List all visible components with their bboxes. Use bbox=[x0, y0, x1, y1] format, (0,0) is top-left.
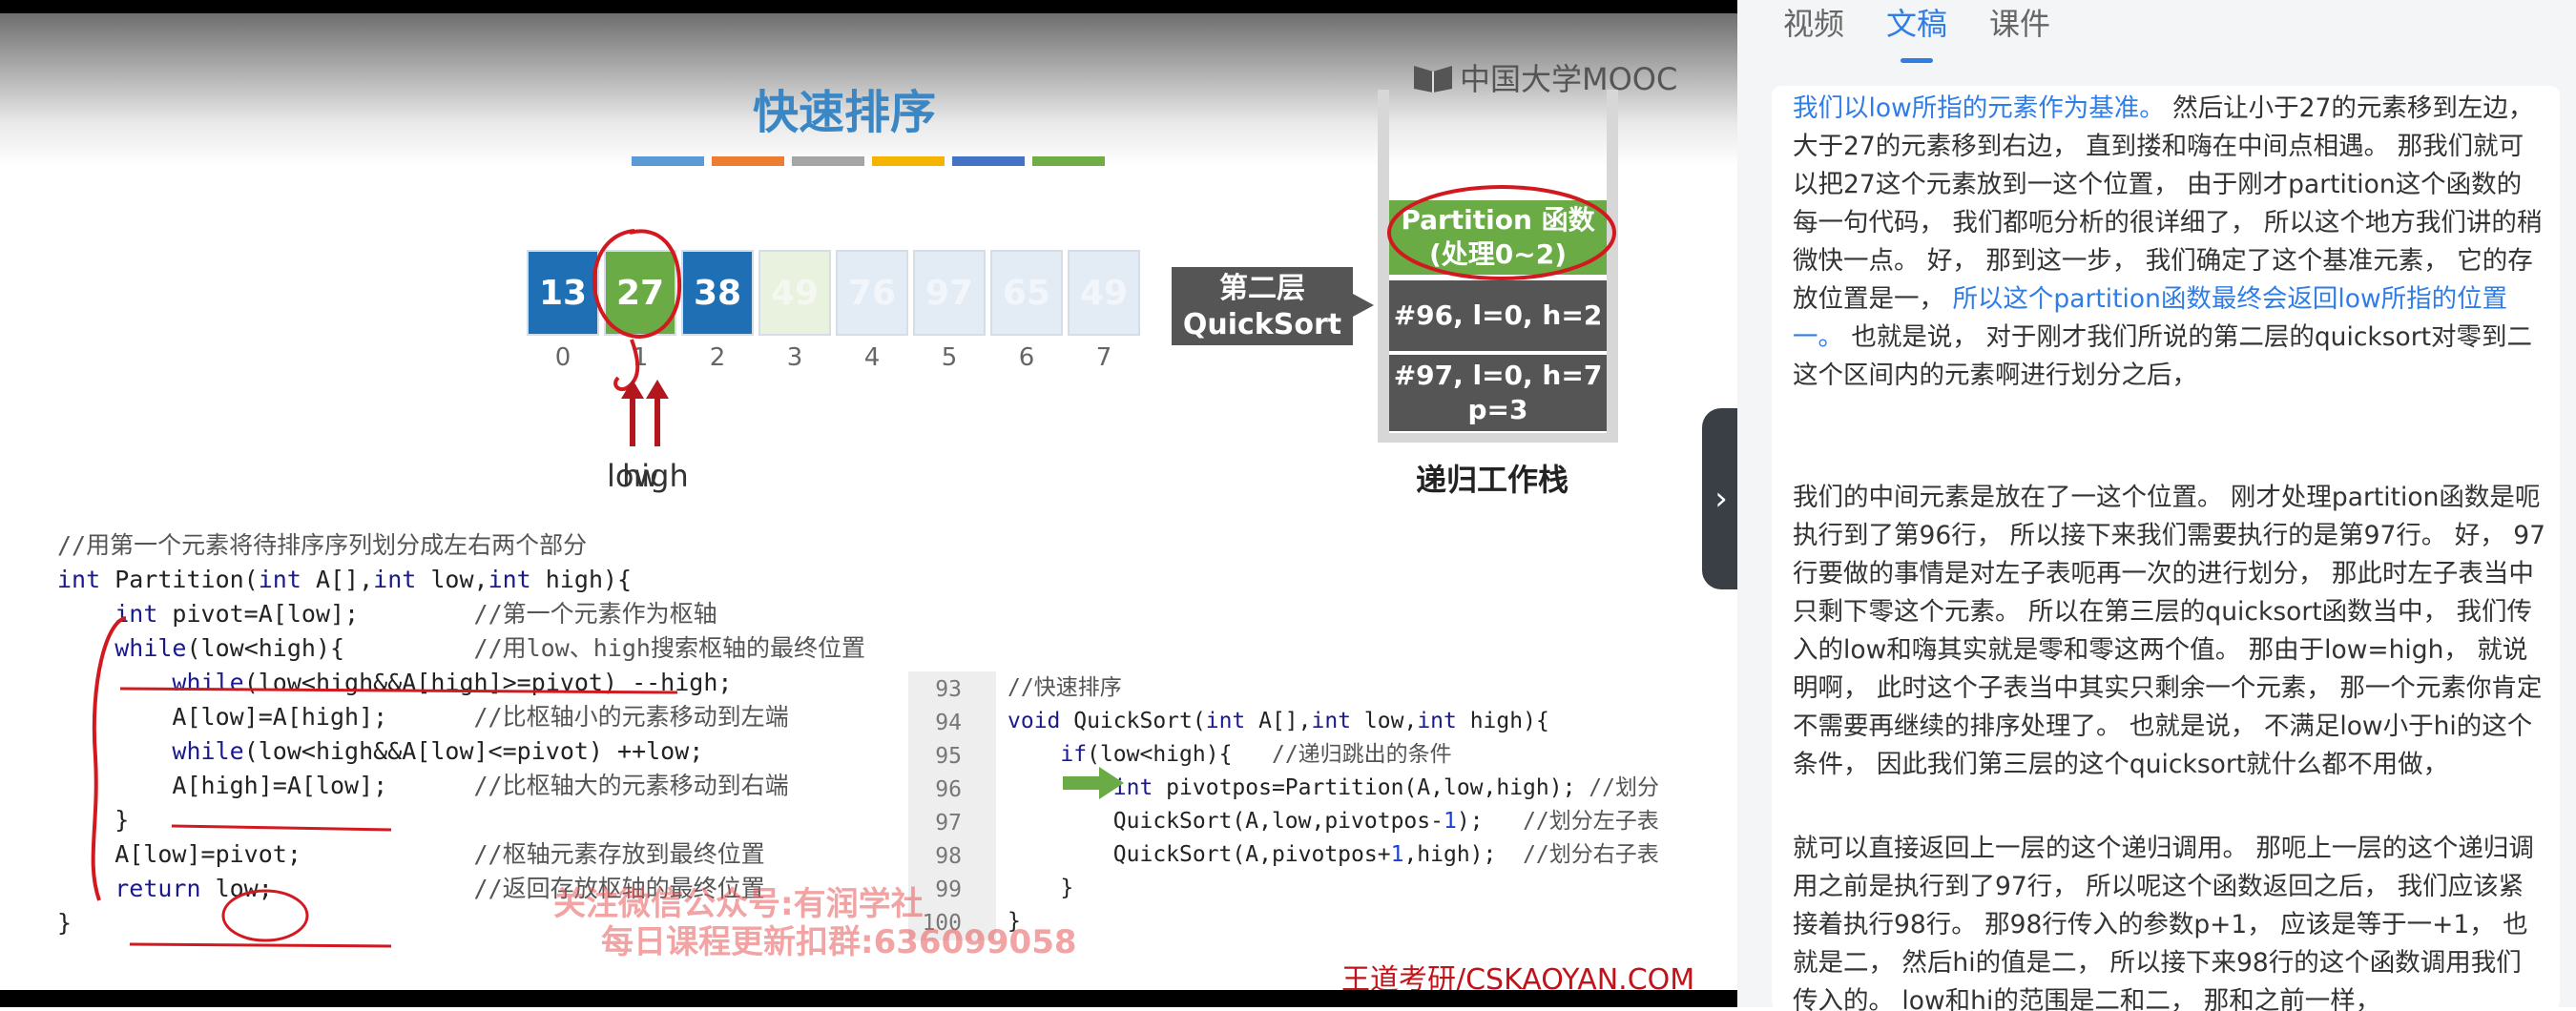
lecture-slide: 快速排序 中国大学MOOC 13 27 38 49 76 97 65 49 0 1 2 3 4 5 6 7 l… bbox=[0, 13, 1737, 990]
transcript-card[interactable]: 我们以low所指的元素作为基准。 然后让小于27的元素移到左边， 大于27的元素… bbox=[1772, 86, 2560, 1011]
layer-label-line2: QuickSort bbox=[1182, 308, 1342, 341]
layer-label: 第二层 QuickSort bbox=[1172, 267, 1374, 345]
current-line-arrow-head-icon bbox=[1099, 767, 1124, 799]
mooc-brand-text: 中国大学MOOC bbox=[1460, 61, 1678, 97]
tab-courseware[interactable]: 课件 bbox=[1989, 0, 2050, 44]
stack-frame: #97, l=0, h=7 p=3 bbox=[1389, 355, 1607, 431]
transcript-text[interactable]: 就可以直接返回上一层的这个递归调用。 那呃上一层的这个递归调用之前是执行到了97… bbox=[1793, 834, 2534, 1011]
array-index: 5 bbox=[941, 343, 958, 372]
line-number: 94 bbox=[935, 711, 962, 735]
array-index: 3 bbox=[786, 343, 803, 372]
array-cell: 76 bbox=[836, 250, 908, 336]
line-number: 98 bbox=[935, 844, 962, 869]
chevron-right-icon: › bbox=[1714, 480, 1728, 518]
stack-frame-line2: p=3 bbox=[1467, 394, 1528, 425]
tab-transcript[interactable]: 文稿 bbox=[1886, 0, 1947, 44]
mooc-book-icon bbox=[1414, 66, 1452, 93]
collapse-panel-button[interactable]: › bbox=[1702, 408, 1740, 589]
line-number: 95 bbox=[935, 744, 962, 769]
transcript-text[interactable]: 也就是说， 对于刚才我们所说的第二层的quicksort对零到二这个区间内的元素… bbox=[1793, 322, 2532, 390]
array-index: 4 bbox=[863, 343, 881, 372]
quicksort-code-line: } bbox=[1008, 876, 1074, 900]
mooc-logo: 中国大学MOOC bbox=[1412, 55, 1677, 99]
color-stripe bbox=[792, 156, 864, 166]
quicksort-code-line: void QuickSort(int A[],int low,int high)… bbox=[1008, 709, 1549, 733]
stack-wall-bottom bbox=[1378, 433, 1618, 443]
panel-tabs: 视频 文稿 课件 bbox=[1783, 0, 2050, 44]
transcript-text[interactable]: 然后让小于27的元素移到左边， 大于27的元素移到右边， 直到搂和嗨在中间点相遇… bbox=[1793, 93, 2542, 314]
array-cell: 49 bbox=[1068, 250, 1140, 336]
stack-frame-line1: #96, l=0, h=2 bbox=[1393, 299, 1603, 331]
color-stripe bbox=[712, 156, 784, 166]
array-index: 7 bbox=[1095, 343, 1112, 372]
video-player[interactable]: 快速排序 中国大学MOOC 13 27 38 49 76 97 65 49 0 1 2 3 4 5 6 7 l… bbox=[0, 0, 1737, 1007]
slide-title: 快速排序 bbox=[752, 86, 936, 139]
partition-code-line: //用第一个元素将待排序序列划分成左右两个部分 bbox=[57, 531, 588, 559]
tab-video[interactable]: 视频 bbox=[1783, 0, 1844, 44]
transcript-panel: 视频 文稿 课件 我们以low所指的元素作为基准。 然后让小于27的元素移到左边， … bbox=[1737, 0, 2576, 1011]
color-stripe bbox=[872, 156, 945, 166]
layer-label-line1: 第二层 bbox=[1219, 272, 1305, 305]
low-arrow-icon bbox=[621, 380, 644, 446]
transcript-paragraph[interactable]: 我们以low所指的元素作为基准。 然后让小于27的元素移到左边， 大于27的元素… bbox=[1793, 90, 2546, 395]
color-stripe bbox=[632, 156, 704, 166]
array-cell: 65 bbox=[990, 250, 1063, 336]
watermark-line2: 每日课程更新扣群:636099058 bbox=[601, 923, 1077, 961]
color-stripe bbox=[952, 156, 1025, 166]
array-index: 6 bbox=[1018, 343, 1035, 372]
annotation-circle-icon bbox=[592, 229, 682, 392]
array-cell: 49 bbox=[758, 250, 831, 336]
color-stripe bbox=[1032, 156, 1105, 166]
quicksort-code-line: QuickSort(A,pivotpos+1,high); //划分右子表 bbox=[1008, 842, 1659, 867]
high-arrow-icon bbox=[646, 380, 669, 446]
highlighted-sentence[interactable]: 我们以low所指的元素作为基准。 bbox=[1793, 93, 2165, 123]
color-stripes bbox=[632, 156, 1105, 166]
quicksort-code-line: } bbox=[1008, 909, 1021, 934]
annotation-oval-icon bbox=[1387, 185, 1616, 280]
quicksort-code-line: QuickSort(A,low,pivotpos-1); //划分左子表 bbox=[1008, 809, 1659, 834]
transcript-text[interactable]: 我们的中间元素是放在了一这个位置。 刚才处理partition函数是呃执行到了第… bbox=[1793, 483, 2545, 779]
stack-frame-line1: #97, l=0, h=7 bbox=[1393, 360, 1603, 391]
transcript-paragraph[interactable]: 我们的中间元素是放在了一这个位置。 刚才处理partition函数是呃执行到了第… bbox=[1793, 479, 2546, 784]
transcript-paragraph[interactable]: 就可以直接返回上一层的这个递归调用。 那呃上一层的这个递归调用之前是执行到了97… bbox=[1793, 830, 2546, 1011]
line-number: 93 bbox=[935, 677, 962, 702]
quicksort-code-line: //快速排序 bbox=[1008, 675, 1122, 700]
pointer-high-label: high bbox=[622, 458, 689, 494]
quicksort-code: //快速排序 void QuickSort(int A[],int low,int… bbox=[1008, 671, 1659, 939]
line-number: 96 bbox=[935, 777, 962, 802]
footer-brand: 王道考研/CSKAOYAN.COM bbox=[1341, 963, 1695, 990]
line-number: 97 bbox=[935, 811, 962, 836]
stack-label: 递归工作栈 bbox=[1416, 462, 1569, 498]
array-cell: 97 bbox=[913, 250, 986, 336]
